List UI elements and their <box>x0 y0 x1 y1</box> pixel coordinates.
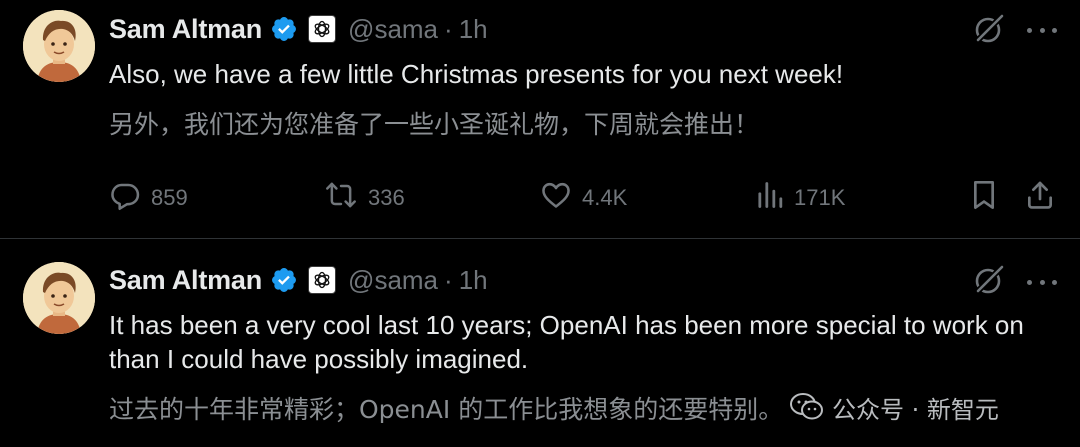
share-icon <box>1025 179 1055 217</box>
reply-count: 859 <box>151 185 188 210</box>
like-count: 4.4K <box>582 185 628 210</box>
separator-dot: · <box>444 264 453 295</box>
watermark-text: 公众号 · 新智元 <box>832 395 999 424</box>
reply-button[interactable]: 859 <box>109 178 188 218</box>
author-name[interactable]: Sam Altman <box>109 265 262 296</box>
repost-count: 336 <box>368 185 405 210</box>
share-button[interactable] <box>1025 178 1055 218</box>
bookmark-icon <box>969 179 999 217</box>
separator-dot: · <box>444 13 453 44</box>
heart-icon <box>540 179 572 217</box>
grok-icon[interactable] <box>973 13 1005 45</box>
repost-button[interactable]: 336 <box>324 178 405 218</box>
grok-icon[interactable] <box>973 264 1005 296</box>
avatar[interactable] <box>23 262 95 334</box>
repost-icon <box>324 179 358 217</box>
author-name[interactable]: Sam Altman <box>109 14 262 45</box>
tweet-text: Also, we have a few little Christmas pre… <box>109 59 844 89</box>
author-handle[interactable]: @sama <box>348 265 438 296</box>
views-button[interactable]: 171K <box>756 178 845 218</box>
watermark: 公众号 · 新智元 <box>790 387 999 427</box>
bookmark-button[interactable] <box>969 178 999 218</box>
view-count: 171K <box>794 185 846 210</box>
reply-icon <box>109 179 141 217</box>
author-handle[interactable]: @sama <box>348 14 438 45</box>
tweet-header: Sam Altman @sama · 1h <box>109 9 488 49</box>
openai-logo-icon[interactable] <box>308 266 337 294</box>
timestamp[interactable]: 1h <box>459 14 488 45</box>
like-button[interactable]: 4.4K <box>540 178 627 218</box>
more-options-icon[interactable] <box>1027 15 1057 45</box>
more-options-icon[interactable] <box>1027 267 1057 297</box>
tweet-text: It has been a very cool last 10 years; O… <box>109 310 1024 374</box>
tweet-actions: 859 336 4.4K 171K <box>0 178 1080 218</box>
tweet-translation: 另外，我们还为您准备了一些小圣诞礼物，下周就会推出！ <box>109 110 760 139</box>
wechat-icon <box>790 392 824 422</box>
timestamp[interactable]: 1h <box>459 265 488 296</box>
verified-badge-icon[interactable] <box>270 15 298 43</box>
avatar[interactable] <box>23 10 95 82</box>
verified-badge-icon[interactable] <box>270 266 298 294</box>
openai-logo-icon[interactable] <box>308 15 337 43</box>
tweet[interactable]: Sam Altman @sama · 1h <box>0 0 1080 238</box>
bar-chart-icon <box>756 179 784 217</box>
tweet-header: Sam Altman @sama · 1h <box>109 260 488 300</box>
